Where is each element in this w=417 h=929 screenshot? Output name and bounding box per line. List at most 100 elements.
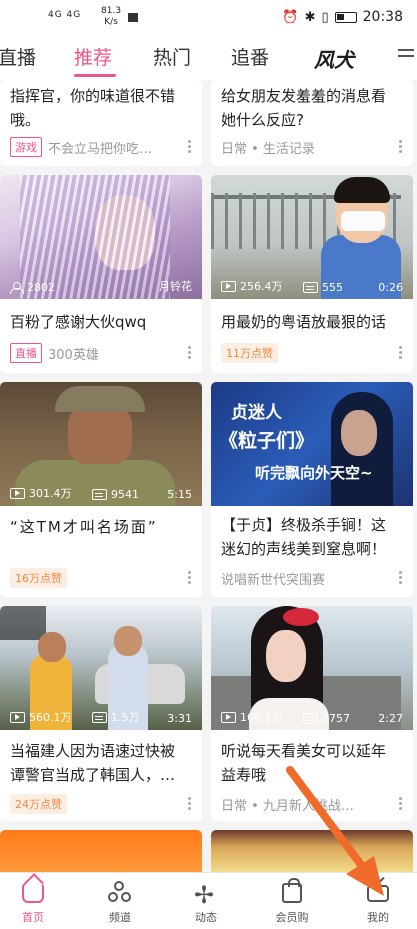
bluetooth-icon: ✱ <box>304 9 316 25</box>
video-card[interactable]: 256.4万 555 0:26 用最奶的粤语放最狠的话 11万点赞 <box>211 175 413 373</box>
card-tag: 直播 <box>10 343 42 363</box>
play-count-icon <box>221 280 236 292</box>
channels-icon <box>90 879 150 907</box>
card-title: 听说每天看美女可以延年益寿哦 <box>221 742 387 784</box>
video-duration: 3:31 <box>167 712 192 725</box>
tab-bangumi[interactable]: 追番 <box>231 43 269 70</box>
danmaku-count: 1.5万 <box>111 711 140 724</box>
danmaku-icon <box>92 489 107 500</box>
video-duration: 5:15 <box>167 488 192 501</box>
thumbnail-caption: 贞迷人 <box>231 403 282 423</box>
card-title: 给女朋友发羞羞的消息看她什么反应? <box>221 87 387 129</box>
more-options-icon[interactable] <box>399 797 403 811</box>
video-thumbnail: 166.1万 2757 2:27 <box>211 606 413 730</box>
play-count-icon <box>10 487 25 499</box>
card-title: 当福建人因为语速过快被谭警官当成了韩国人，… <box>10 742 176 784</box>
more-options-icon[interactable] <box>399 346 403 360</box>
network-indicator: 4G 4G <box>48 10 82 20</box>
alarm-icon: ⏰ <box>282 9 299 25</box>
card-meta: 300英雄 <box>48 347 99 363</box>
viewer-count: 2802 <box>27 281 55 294</box>
play-count: 560.1万 <box>29 711 72 724</box>
play-count-icon <box>221 711 236 723</box>
danmaku-icon <box>303 282 318 293</box>
tv-icon <box>367 885 389 902</box>
tab-fengquan-logo[interactable]: 风犬 <box>314 44 354 73</box>
play-count: 256.4万 <box>240 280 283 293</box>
danmaku-count: 555 <box>322 281 343 294</box>
home-icon <box>22 883 44 903</box>
video-thumbnail: 560.1万 1.5万 3:31 <box>0 606 202 730</box>
likes-badge: 24万点赞 <box>10 794 67 814</box>
likes-badge: 11万点赞 <box>221 343 278 363</box>
nav-label: 首页 <box>22 911 44 924</box>
tab-hot[interactable]: 热门 <box>153 43 191 70</box>
thumbnail-caption: 听完飘向外天空~ <box>255 464 373 482</box>
card-title: 【于贞】终极杀手锏！这迷幻的声线美到窒息啊！ <box>221 516 387 558</box>
more-options-icon[interactable] <box>188 571 192 585</box>
video-thumbnail: 贞迷人 《粒子们》 听完飘向外天空~ <box>211 382 413 506</box>
play-count: 166.1万 <box>240 711 283 724</box>
more-options-icon[interactable] <box>399 571 403 585</box>
nav-channels[interactable]: 频道 <box>90 879 150 925</box>
video-card[interactable]: 301.4万 9541 5:15 “这TM才叫名场面” 16万点赞 <box>0 382 202 597</box>
video-duration: 0:26 <box>378 281 403 294</box>
thumbnail-caption: 《粒子们》 <box>219 430 315 452</box>
shopping-bag-icon <box>282 878 302 903</box>
nav-home[interactable]: 首页 <box>3 879 63 925</box>
video-card[interactable]: 166.1万 2757 2:27 听说每天看美女可以延年益寿哦 日常 • 九月新… <box>211 606 413 821</box>
card-meta: 不会立马把你吃… <box>48 141 153 157</box>
card-title: 指挥官，你的味道很不错哦。 <box>10 87 176 129</box>
video-thumbnail[interactable] <box>0 830 202 872</box>
card-title: 百粉了感谢大伙qwq <box>10 313 147 331</box>
card-title: “这TM才叫名场面” <box>10 518 158 536</box>
likes-badge: 16万点赞 <box>10 568 67 588</box>
danmaku-icon <box>92 711 107 723</box>
play-count: 301.4万 <box>29 487 72 500</box>
notification-icon <box>128 13 138 22</box>
more-options-icon[interactable] <box>188 140 192 154</box>
nav-label: 动态 <box>195 911 217 924</box>
tab-recommend[interactable]: 推荐 <box>74 43 112 70</box>
tab-active-indicator <box>74 74 116 77</box>
more-options-icon[interactable] <box>188 797 192 811</box>
vibrate-icon: ▯ <box>321 9 329 25</box>
bottom-nav: 首页 频道 ✢ 动态 会员购 我的 <box>0 872 417 929</box>
nav-vip-shop[interactable]: 会员购 <box>262 878 322 925</box>
video-thumbnail[interactable] <box>211 830 413 872</box>
video-card[interactable]: 2802 月铃花 百粉了感谢大伙qwq 直播 300英雄 <box>0 175 202 373</box>
card-tag: 游戏 <box>10 137 42 157</box>
video-thumbnail: 2802 月铃花 <box>0 175 202 299</box>
card-title: 用最奶的粤语放最狠的话 <box>221 313 387 331</box>
streamer-name: 月铃花 <box>159 280 192 293</box>
nav-label: 频道 <box>109 911 131 924</box>
video-thumbnail: 301.4万 9541 5:15 <box>0 382 202 506</box>
video-card[interactable]: 给女朋友发羞羞的消息看她什么反应? 日常 • 生活记录 <box>211 80 413 166</box>
video-duration: 2:27 <box>378 712 403 725</box>
battery-icon <box>334 11 357 23</box>
top-tab-bar: 直播 推荐 热门 追番 风犬 <box>0 36 417 80</box>
viewers-icon <box>10 282 24 294</box>
dynamic-icon: ✢ <box>194 881 215 909</box>
status-bar: 4G 4G 81.3 K/s ⏰ ✱ ▯ 20:38 <box>0 0 417 36</box>
card-meta: 说唱新世代突围赛 <box>221 573 326 588</box>
play-count-icon <box>10 711 25 723</box>
danmaku-icon <box>303 713 318 724</box>
video-card[interactable]: 指挥官，你的味道很不错哦。 游戏 不会立马把你吃… <box>0 80 202 166</box>
nav-mine[interactable]: 我的 <box>348 879 408 925</box>
video-card[interactable]: 贞迷人 《粒子们》 听完飘向外天空~ 【于贞】终极杀手锏！这迷幻的声线美到窒息啊… <box>211 382 413 597</box>
nav-label: 我的 <box>367 911 389 924</box>
tab-live[interactable]: 直播 <box>0 43 36 70</box>
card-meta: 日常 • 生活记录 <box>221 142 315 157</box>
nav-dynamic[interactable]: ✢ 动态 <box>176 879 236 925</box>
card-meta: 日常 • 九月新人挑战… <box>221 799 354 814</box>
more-options-icon[interactable] <box>188 346 192 360</box>
clock: 20:38 <box>362 9 403 25</box>
danmaku-count: 2757 <box>322 712 350 725</box>
more-tabs-icon[interactable] <box>398 45 417 67</box>
nav-label: 会员购 <box>275 911 309 924</box>
network-speed: 81.3 K/s <box>101 6 122 27</box>
video-card[interactable]: 560.1万 1.5万 3:31 当福建人因为语速过快被谭警官当成了韩国人，… … <box>0 606 202 821</box>
more-options-icon[interactable] <box>399 140 403 154</box>
danmaku-count: 9541 <box>111 488 139 501</box>
